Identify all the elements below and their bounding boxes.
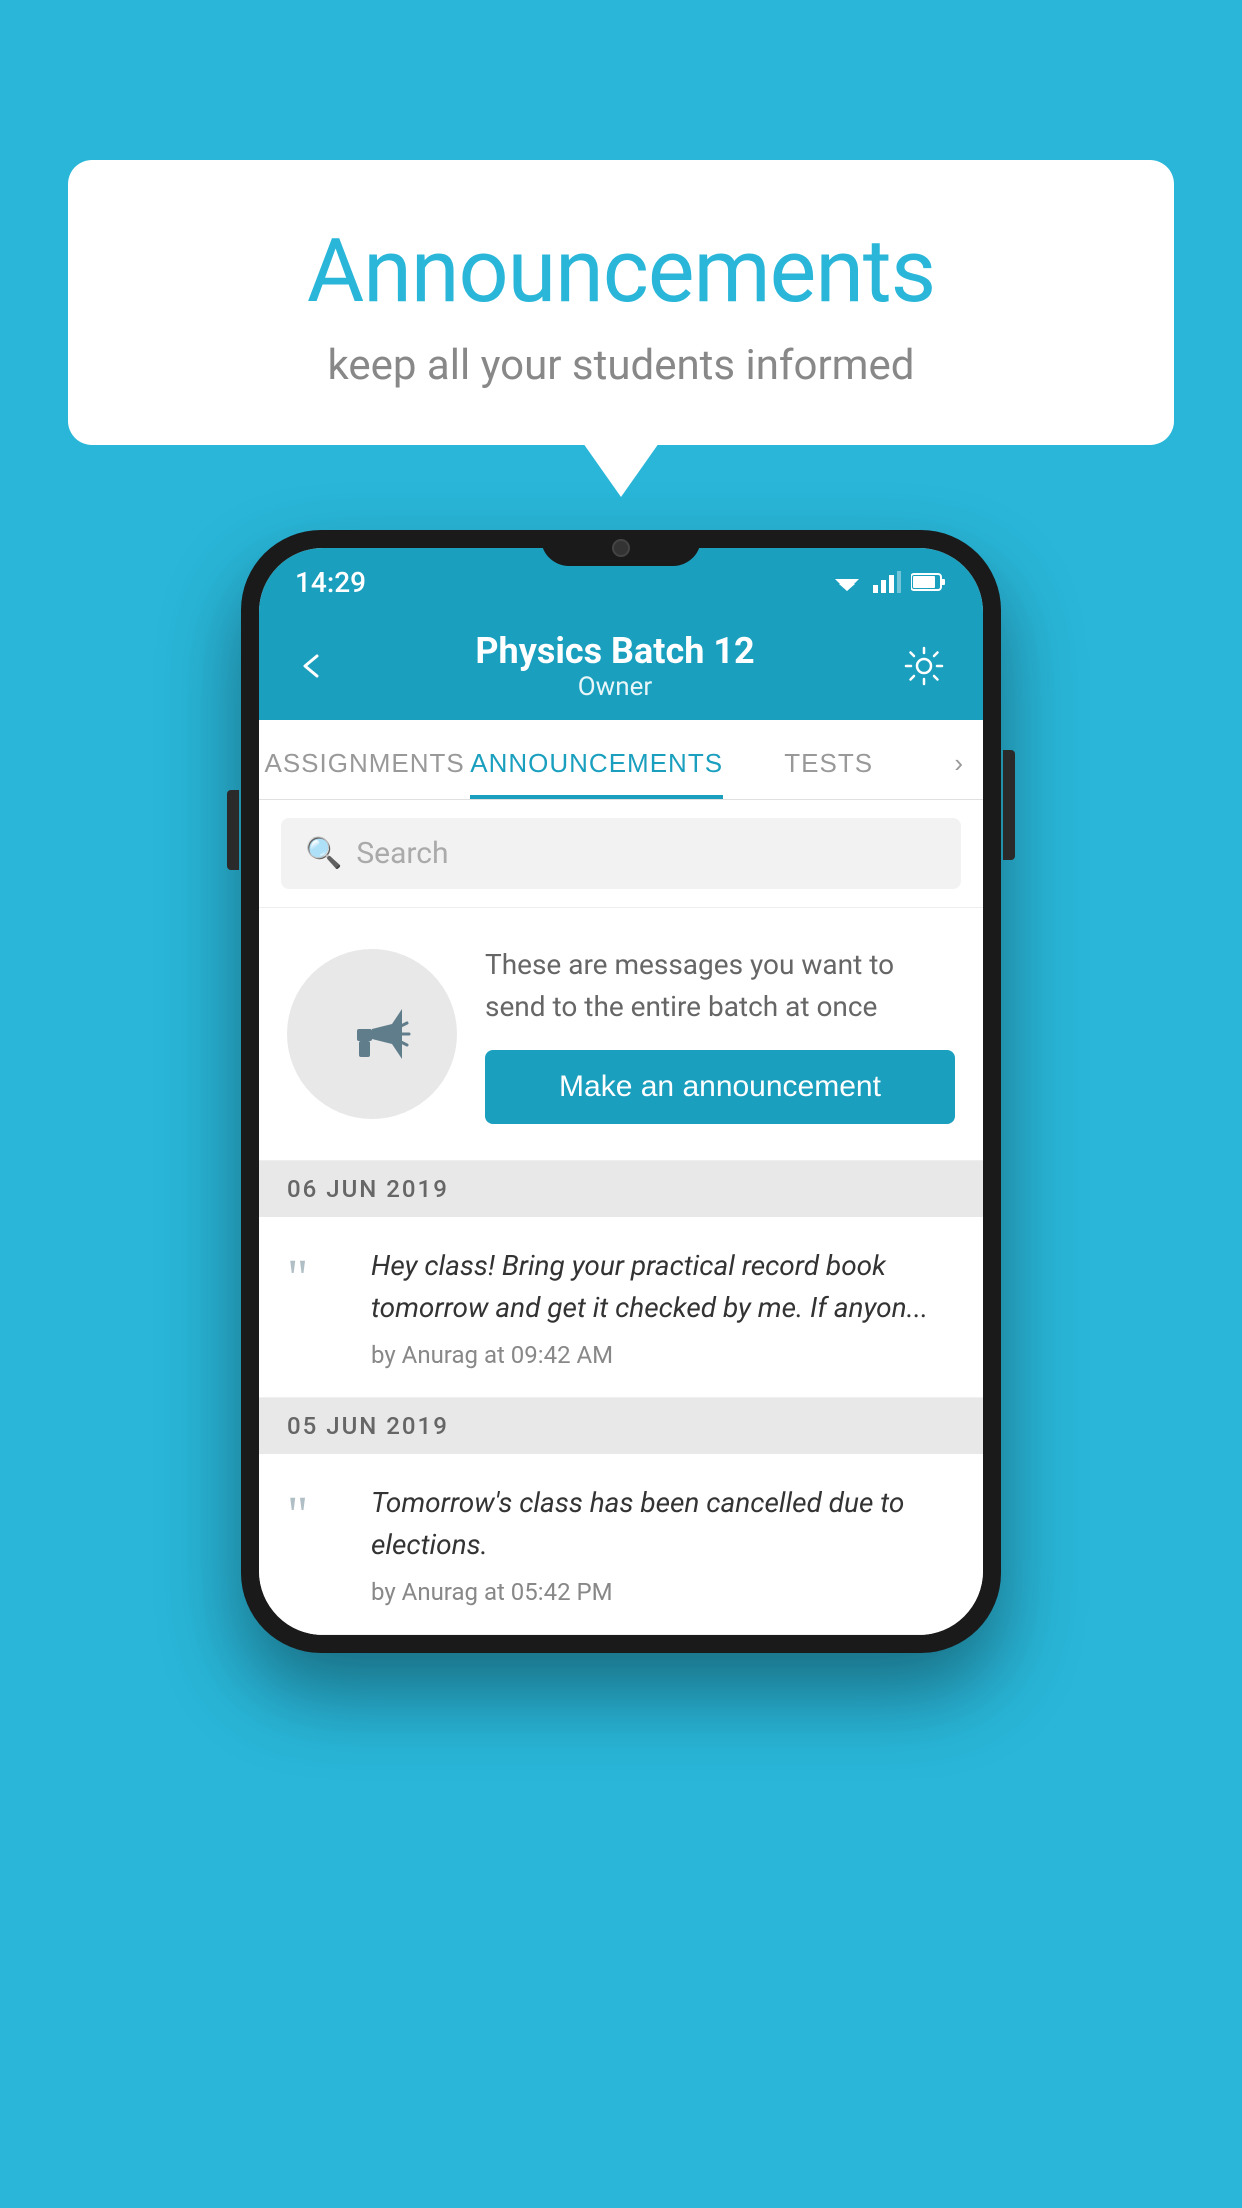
- back-arrow-icon: [297, 651, 327, 681]
- settings-button[interactable]: [895, 637, 953, 695]
- quote-icon-2: ": [287, 1490, 347, 1542]
- search-icon: 🔍: [305, 836, 342, 871]
- date-separator-1: 06 JUN 2019: [259, 1161, 983, 1217]
- announcement-body-1: Hey class! Bring your practical record b…: [371, 1245, 955, 1369]
- tab-announcements[interactable]: ANNOUNCEMENTS: [470, 720, 723, 799]
- speech-bubble-container: Announcements keep all your students inf…: [68, 160, 1174, 445]
- promo-card: These are messages you want to send to t…: [259, 908, 983, 1161]
- app-bar-title-group: Physics Batch 12 Owner: [335, 630, 895, 702]
- speech-bubble: Announcements keep all your students inf…: [68, 160, 1174, 445]
- status-time: 14:29: [295, 566, 366, 599]
- back-button[interactable]: [289, 643, 335, 689]
- signal-icon: [873, 571, 901, 593]
- speech-bubble-subtitle: keep all your students informed: [118, 341, 1124, 390]
- tab-more-button[interactable]: ›: [934, 720, 983, 799]
- phone-screen: 14:29: [259, 548, 983, 1635]
- announcement-text-2: Tomorrow's class has been cancelled due …: [371, 1482, 955, 1566]
- promo-description: These are messages you want to send to t…: [485, 944, 955, 1028]
- app-bar: Physics Batch 12 Owner: [259, 608, 983, 720]
- app-bar-title: Physics Batch 12: [335, 630, 895, 672]
- phone-outer: 14:29: [241, 530, 1001, 1653]
- phone-notch: [541, 530, 701, 566]
- announcement-icon-circle: [287, 949, 457, 1119]
- promo-content: These are messages you want to send to t…: [485, 944, 955, 1124]
- wifi-icon: [831, 571, 863, 593]
- phone-mockup: 14:29: [241, 530, 1001, 1653]
- app-bar-subtitle: Owner: [335, 672, 895, 702]
- announcement-body-2: Tomorrow's class has been cancelled due …: [371, 1482, 955, 1606]
- megaphone-icon: [327, 989, 417, 1079]
- date-separator-2: 05 JUN 2019: [259, 1398, 983, 1454]
- tab-assignments[interactable]: ASSIGNMENTS: [259, 720, 470, 799]
- make-announcement-button[interactable]: Make an announcement: [485, 1050, 955, 1124]
- status-icons: [831, 571, 947, 593]
- search-placeholder: Search: [356, 836, 448, 871]
- speech-bubble-title: Announcements: [118, 220, 1124, 323]
- settings-gear-icon: [903, 645, 945, 687]
- tabs-bar: ASSIGNMENTS ANNOUNCEMENTS TESTS ›: [259, 720, 983, 800]
- battery-icon: [911, 572, 947, 592]
- announcement-item-2[interactable]: " Tomorrow's class has been cancelled du…: [259, 1454, 983, 1635]
- announcement-meta-2: by Anurag at 05:42 PM: [371, 1578, 955, 1606]
- search-bar[interactable]: 🔍 Search: [281, 818, 961, 889]
- tab-tests[interactable]: TESTS: [723, 720, 934, 799]
- quote-icon-1: ": [287, 1253, 347, 1305]
- announcement-text-1: Hey class! Bring your practical record b…: [371, 1245, 955, 1329]
- camera-dot: [612, 539, 630, 557]
- announcement-meta-1: by Anurag at 09:42 AM: [371, 1341, 955, 1369]
- announcement-item-1[interactable]: " Hey class! Bring your practical record…: [259, 1217, 983, 1398]
- search-container: 🔍 Search: [259, 800, 983, 908]
